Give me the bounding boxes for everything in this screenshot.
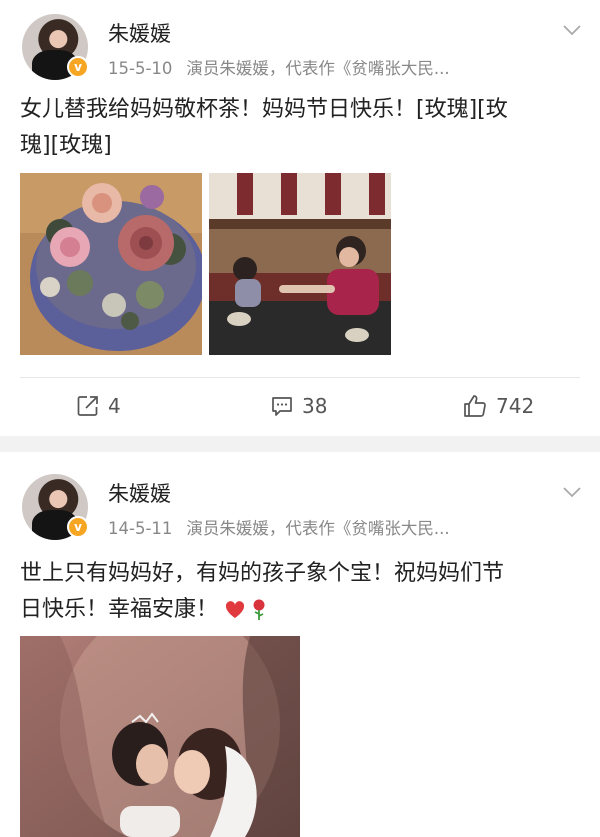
verified-badge-icon: v xyxy=(67,516,89,538)
comment-icon xyxy=(272,397,292,416)
comment-count: 38 xyxy=(302,394,328,418)
post-text-segment: 日快乐！幸福安康！ xyxy=(20,597,219,622)
weibo-post: v 朱媛媛 14-5-11 演员朱媛媛，代表作《贫嘴张大民... 世上只有妈妈好，… xyxy=(0,452,600,837)
rose-flower-box-photo[interactable] xyxy=(20,173,202,355)
feed-separator xyxy=(0,436,600,452)
chevron-down-icon[interactable] xyxy=(562,482,582,502)
divider xyxy=(20,377,580,378)
rose-emoji-icon xyxy=(253,599,265,620)
post-text: 世上只有妈妈好，有妈的孩子象个宝！祝妈妈们节 日快乐！幸福安康！ xyxy=(20,556,580,628)
post-source: 演员朱媛媛，代表作《贫嘴张大民... xyxy=(186,59,450,78)
post-text-line: 世上只有妈妈好，有妈的孩子象个宝！祝妈妈们节 xyxy=(20,561,505,586)
post-meta: 14-5-11 演员朱媛媛，代表作《贫嘴张大民... xyxy=(108,515,450,539)
post-text-line: 瑰][玫瑰] xyxy=(20,133,112,158)
heart-emoji-icon xyxy=(225,601,245,618)
post-text-line: 女儿替我给妈妈敬杯茶！妈妈节日快乐！[玫瑰][玫 xyxy=(20,97,508,122)
post-text: 女儿替我给妈妈敬杯茶！妈妈节日快乐！[玫瑰][玫 瑰][玫瑰] xyxy=(20,92,580,164)
like-count: 742 xyxy=(496,394,535,418)
like-button[interactable]: 742 xyxy=(462,392,534,420)
verified-badge-icon: v xyxy=(67,56,89,78)
author-name[interactable]: 朱媛媛 xyxy=(108,478,171,508)
mother-kissing-daughter-photo[interactable] xyxy=(20,636,300,837)
post-source: 演员朱媛媛，代表作《贫嘴张大民... xyxy=(186,519,450,538)
like-icon xyxy=(464,395,486,417)
post-meta: 15-5-10 演员朱媛媛，代表作《贫嘴张大民... xyxy=(108,55,450,79)
chevron-down-icon[interactable] xyxy=(562,20,582,40)
weibo-post: v 朱媛媛 15-5-10 演员朱媛媛，代表作《贫嘴张大民... 女儿替我给妈妈敬… xyxy=(0,0,600,436)
repost-button[interactable]: 4 xyxy=(76,392,121,420)
repost-count: 4 xyxy=(108,394,121,418)
girl-serving-tea-to-grandmother-photo[interactable] xyxy=(209,173,391,355)
comment-button[interactable]: 38 xyxy=(270,392,327,420)
repost-icon xyxy=(77,396,98,416)
author-name[interactable]: 朱媛媛 xyxy=(108,18,171,48)
post-text-line: 日快乐！幸福安康！ xyxy=(20,592,580,628)
post-date: 14-5-11 xyxy=(108,519,173,538)
post-date: 15-5-10 xyxy=(108,59,173,78)
